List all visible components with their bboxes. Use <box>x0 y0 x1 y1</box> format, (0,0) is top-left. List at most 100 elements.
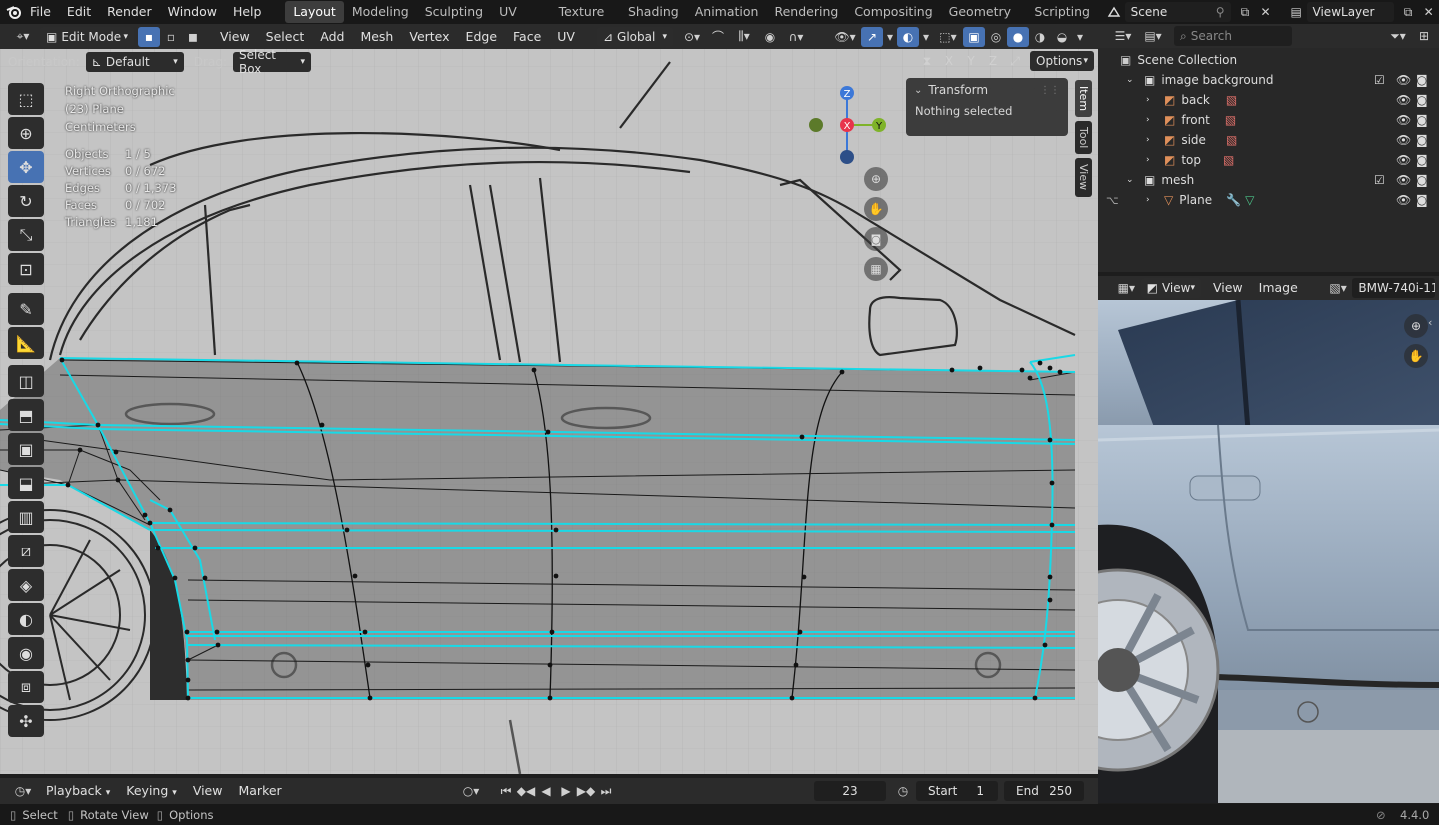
tab-modeling[interactable]: Modeling <box>344 1 417 23</box>
move-tool-icon[interactable]: ✥ <box>8 151 44 183</box>
menu-select[interactable]: Select <box>258 26 313 48</box>
poly-build-tool-icon[interactable]: ◈ <box>8 569 44 601</box>
measure-tool-icon[interactable]: 📐 <box>8 327 44 359</box>
marker-menu[interactable]: Marker <box>230 780 289 802</box>
mirror-options-icon[interactable]: ⧗ <box>916 51 938 71</box>
tab-compositing[interactable]: Compositing <box>846 1 940 23</box>
outliner-item-side[interactable]: › ◩ side ▧ 👁 ◙ <box>1098 130 1439 150</box>
visibility-icon[interactable]: 👁▾ <box>829 27 861 47</box>
mirror-y-toggle[interactable]: Y <box>960 51 982 71</box>
mirror-x-toggle[interactable]: X <box>938 51 960 71</box>
filter-icon[interactable]: ⏷▾ <box>1383 26 1413 46</box>
outliner-item-top[interactable]: › ◩ top ▧ 👁 ◙ <box>1098 150 1439 170</box>
menu-face[interactable]: Face <box>505 26 549 48</box>
transform-orientation-dropdown[interactable]: ⊿ Global ▾ <box>596 26 673 47</box>
jump-start-icon[interactable]: ⏮ <box>496 781 516 801</box>
tab-sculpting[interactable]: Sculpting <box>417 1 491 23</box>
menu-window[interactable]: Window <box>160 1 225 23</box>
gizmo-toggle-icon[interactable]: ↗ <box>860 26 883 47</box>
image-editor-type-icon[interactable]: ▦▾ <box>1112 278 1141 298</box>
new-view-layer-icon[interactable]: ⧉ <box>1398 2 1419 22</box>
camera-icon[interactable]: ◙ <box>1416 193 1428 207</box>
bevel-tool-icon[interactable]: ⬓ <box>8 467 44 499</box>
eye-icon[interactable]: 👁 <box>1396 133 1411 147</box>
tab-tool[interactable]: Tool <box>1075 121 1092 155</box>
menu-uv[interactable]: UV <box>549 26 583 48</box>
chevron-right-icon[interactable]: › <box>1146 95 1158 105</box>
xray-toggle-icon[interactable]: ▣ <box>962 26 985 47</box>
camera-icon[interactable]: ◙ <box>1416 133 1428 147</box>
rotate-tool-icon[interactable]: ↻ <box>8 185 44 217</box>
overlays-menu-icon[interactable]: ▾ <box>919 27 933 47</box>
outliner-item-front[interactable]: › ◩ front ▧ 👁 ◙ <box>1098 110 1439 130</box>
options-dropdown[interactable]: Options ▾ <box>1030 51 1094 71</box>
extrude-tool-icon[interactable]: ⬒ <box>8 399 44 431</box>
pan-hand-icon[interactable]: ✋ <box>864 197 888 221</box>
transform-tool-icon[interactable]: ⊡ <box>8 253 44 285</box>
menu-add[interactable]: Add <box>312 26 352 48</box>
menu-edge[interactable]: Edge <box>458 26 505 48</box>
image-data-icon[interactable]: ▧ <box>1225 113 1236 127</box>
tab-animation[interactable]: Animation <box>687 1 767 23</box>
tab-uv-editing[interactable]: UV Editing <box>491 1 551 41</box>
timeline-editor-type-icon[interactable]: ◷▾ <box>8 781 38 801</box>
camera-icon[interactable]: ◙ <box>1416 173 1428 187</box>
outliner-editor-type-icon[interactable]: ☰▾ <box>1108 26 1138 46</box>
chevron-down-icon[interactable]: ⌄ <box>914 85 922 96</box>
mirror-z-toggle[interactable]: Z <box>982 51 1004 71</box>
navigation-gizmo[interactable]: Z Y X <box>800 79 900 169</box>
tab-geometry-nodes[interactable]: Geometry Nodes <box>941 1 1027 41</box>
tab-layout[interactable]: Layout <box>285 1 344 23</box>
image-data-icon[interactable]: ▧ <box>1223 153 1234 167</box>
shear-tool-icon[interactable]: ⧈ <box>8 671 44 703</box>
new-collection-icon[interactable]: ⊞ <box>1413 26 1435 46</box>
chevron-down-icon[interactable]: ⌄ <box>1126 75 1138 85</box>
next-keyframe-icon[interactable]: ▶◆ <box>576 781 596 801</box>
prev-keyframe-icon[interactable]: ◆◀ <box>516 781 536 801</box>
menu-file[interactable]: File <box>22 1 59 23</box>
chevron-right-icon[interactable]: › <box>1146 115 1158 125</box>
perspective-grid-icon[interactable]: ▦ <box>864 257 888 281</box>
spin-tool-icon[interactable]: ◐ <box>8 603 44 635</box>
image-browse-icon[interactable]: ▧▾ <box>1324 278 1353 298</box>
rendered-shading-icon[interactable]: ◒ <box>1051 27 1073 47</box>
cursor-tool-icon[interactable]: ⊕ <box>8 117 44 149</box>
image-view-mode-dropdown[interactable]: ◩ View ▾ <box>1140 278 1201 298</box>
mesh-edit-overlay-icon[interactable]: ⬚▾ <box>933 27 963 47</box>
camera-view-icon[interactable]: ◙ <box>864 227 888 251</box>
smooth-tool-icon[interactable]: ◉ <box>8 637 44 669</box>
timeline-view-menu[interactable]: View <box>185 780 231 802</box>
eye-icon[interactable]: 👁 <box>1396 173 1411 187</box>
annotate-tool-icon[interactable]: ✎ <box>8 293 44 325</box>
pin-icon[interactable]: ⚲ <box>1216 5 1225 19</box>
menu-vertex[interactable]: Vertex <box>401 26 457 48</box>
modifier-wrench-icon[interactable]: 🔧 <box>1226 193 1241 207</box>
image-data-icon[interactable]: ▧ <box>1226 93 1237 107</box>
gizmo-neg-z-axis[interactable] <box>840 150 854 164</box>
chevron-down-icon[interactable]: ⌄ <box>1126 175 1138 185</box>
tab-scripting[interactable]: Scripting <box>1026 1 1098 23</box>
menu-view[interactable]: View <box>212 26 258 48</box>
reference-photo-canvas[interactable] <box>1098 300 1439 803</box>
snap-icon[interactable]: ⌒ <box>707 27 729 47</box>
chevron-right-icon[interactable]: › <box>1146 155 1158 165</box>
outliner-scene-collection[interactable]: ▣ Scene Collection <box>1098 50 1439 70</box>
image-data-icon[interactable]: ▧ <box>1226 133 1237 147</box>
3d-viewport[interactable]: Right Orthographic (23) Plane Centimeter… <box>0 49 1098 774</box>
proportional-edit-icon[interactable]: ◉ <box>759 27 781 47</box>
jump-end-icon[interactable]: ⏭ <box>596 781 616 801</box>
mode-selector[interactable]: ▣ Edit Mode ▾ <box>40 26 134 47</box>
tool-icon[interactable]: ⤢ <box>1004 51 1026 71</box>
new-scene-icon[interactable]: ⧉ <box>1235 2 1256 22</box>
checkbox-icon[interactable]: ☑ <box>1374 73 1385 87</box>
keying-menu[interactable]: Keying ▾ <box>118 780 185 802</box>
overlays-toggle-icon[interactable]: ◐ <box>896 26 919 47</box>
drag-dropdown[interactable]: Select Box ▾ <box>232 48 311 76</box>
rip-tool-icon[interactable]: ✣ <box>8 705 44 737</box>
outliner-item-mesh[interactable]: ⌄ ▣ mesh ☑ 👁 ◙ <box>1098 170 1439 190</box>
image-name-field[interactable]: BMW-740i-11 <box>1352 278 1435 298</box>
eye-icon[interactable]: 👁 <box>1396 93 1411 107</box>
material-shading-icon[interactable]: ◑ <box>1029 27 1051 47</box>
eye-icon[interactable]: 👁 <box>1396 113 1411 127</box>
end-frame-field[interactable]: End 250 <box>1004 781 1084 801</box>
